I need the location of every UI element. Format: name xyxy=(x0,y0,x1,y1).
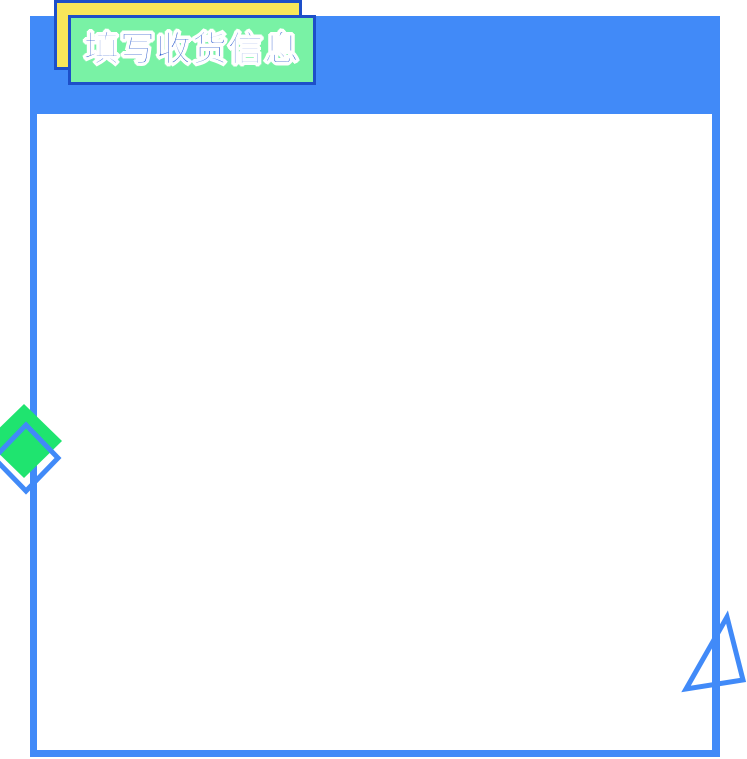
page-root: 填写收货信息 xyxy=(0,0,747,759)
page-title-card: 填写收货信息 xyxy=(68,15,316,85)
page-title: 填写收货信息 xyxy=(83,29,300,70)
shipping-form-content-area xyxy=(37,114,712,750)
